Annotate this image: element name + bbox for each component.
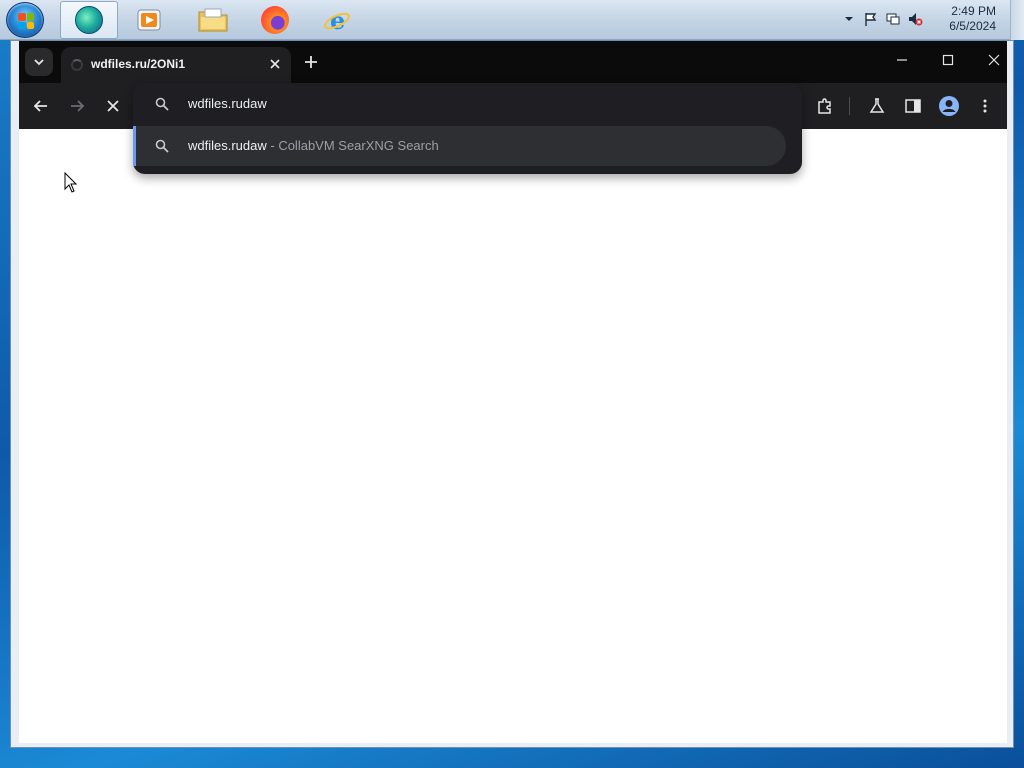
more-vertical-icon [983,99,987,113]
media-player-icon [137,9,161,31]
maximize-icon [942,54,954,66]
new-tab-button[interactable] [299,50,323,74]
close-icon [270,59,280,69]
address-bar[interactable]: wdfiles.rudaw [133,83,802,125]
puzzle-piece-icon [818,98,831,114]
labs-button[interactable] [863,92,891,120]
profile-avatar-icon [939,96,959,116]
firefox-icon [261,6,289,34]
tab-search-button[interactable] [25,48,53,76]
flask-icon [869,98,885,113]
internet-explorer-icon: e [324,6,350,35]
close-icon [107,100,119,112]
taskbar-media-button[interactable] [120,1,178,39]
minimize-icon [897,59,907,61]
maximize-button[interactable] [925,44,971,76]
suggestion-selected-indicator [133,126,136,166]
suggestion-engine: - CollabVM SearXNG Search [266,138,439,153]
extensions-button[interactable] [811,92,839,120]
search-icon [155,139,169,153]
browser-titlebar: wdfiles.ru/2ONi1 [19,41,1007,83]
suggestion-query: wdfiles.rudaw [188,138,267,153]
plus-icon [305,56,317,68]
forward-button[interactable] [63,92,91,120]
file-explorer-icon [198,8,228,32]
suggestion-text: wdfiles.rudaw - CollabVM SearXNG Search [188,138,439,153]
taskbar-ie-button[interactable]: e [308,1,366,39]
taskbar-firefox-button[interactable] [246,1,304,39]
search-icon [155,97,169,111]
svg-text:e: e [330,6,345,35]
arrow-left-icon [33,100,47,112]
arrow-right-icon [71,100,85,112]
clock-date: 6/5/2024 [949,19,996,33]
action-center-flag-icon[interactable] [863,11,879,27]
clock-time: 2:49 PM [951,4,996,18]
browser-tab[interactable]: wdfiles.ru/2ONi1 [61,47,291,83]
start-button[interactable] [6,2,44,38]
taskbar-explorer-button[interactable] [184,1,242,39]
toolbar-separator [849,97,850,115]
omnibox-suggestion[interactable]: wdfiles.rudaw - CollabVM SearXNG Search [133,126,786,166]
side-panel-icon [905,99,921,113]
taskbar: e 2:49 PM 6/5/2024 [0,0,1024,40]
minimize-button[interactable] [879,44,925,76]
volume-muted-icon[interactable] [907,11,923,27]
mouse-cursor-icon [64,172,78,193]
side-panel-button[interactable] [899,92,927,120]
system-clock[interactable]: 2:49 PM 6/5/2024 [936,4,996,34]
close-window-button[interactable] [971,44,1017,76]
tab-close-button[interactable] [265,54,285,74]
address-bar-input[interactable]: wdfiles.rudaw [188,96,267,111]
show-desktop-button[interactable] [1010,0,1024,40]
edge-app-icon [75,6,103,34]
menu-button[interactable] [971,92,999,120]
show-hidden-icons-icon[interactable] [841,11,857,27]
system-tray: 2:49 PM 6/5/2024 [839,0,1024,40]
chevron-down-icon [34,59,44,66]
tab-title: wdfiles.ru/2ONi1 [91,57,186,71]
windows-logo-icon [18,13,34,29]
stop-loading-button[interactable] [99,92,127,120]
page-content[interactable] [19,129,1007,743]
back-button[interactable] [27,92,55,120]
taskbar-edge-button[interactable] [60,1,118,39]
profile-button[interactable] [935,92,963,120]
close-icon [988,54,1000,66]
network-icon[interactable] [885,11,901,27]
loading-spinner-icon [71,59,83,71]
omnibox-dropdown: wdfiles.rudaw wdfiles.rudaw - CollabVM S… [133,83,802,174]
